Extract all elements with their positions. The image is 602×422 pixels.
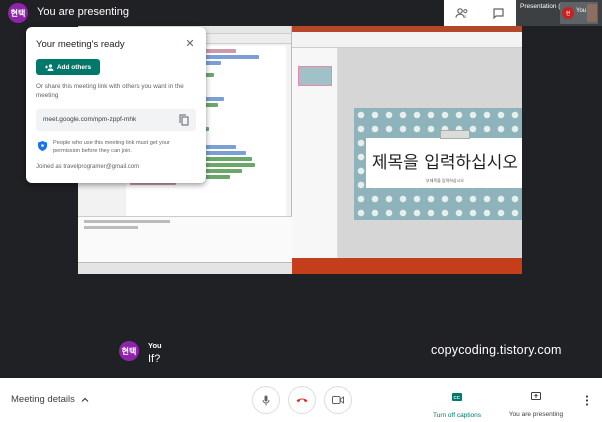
permission-text: People who use this meeting link must ge… [53,140,170,154]
chat-icon [492,7,504,19]
watermark: copycoding.tistory.com [431,343,562,357]
people-button[interactable]: 2 [444,0,480,26]
self-video-tile: 현 You [560,2,598,24]
ide-taskbar [78,262,292,274]
end-call-icon [296,398,308,403]
card-title: Your meeting's ready [36,39,125,50]
add-person-icon [44,63,54,71]
you-are-presenting-button[interactable]: You are presenting [504,388,568,418]
avatar: 현택 [8,3,28,23]
end-call-button[interactable] [288,386,316,414]
ppt-status-bar [292,258,522,274]
you-are-presenting-label: You are presenting [508,411,564,418]
self-tile-you: You [576,8,587,14]
meeting-details-label: Meeting details [11,394,75,405]
self-presentation-tile[interactable]: Presentation (You) 현 You [516,0,602,26]
self-avatar: 현 [562,7,574,19]
presenting-title: You are presenting [37,6,129,18]
captions-icon: CC [452,393,462,401]
share-instructions: Or share this meeting link with others y… [36,83,184,99]
slide-subtitle: 부제목을 입력하십시오 [426,178,464,183]
svg-text:CC: CC [454,395,461,400]
add-others-label: Add others [56,63,92,71]
microphone-button[interactable] [252,386,280,414]
bottom-bar: Meeting details CC Turn off captions You… [0,378,602,422]
caption-speaker: You [148,341,162,350]
joined-as-text: Joined as travelprogramer@gmail.com [36,164,140,170]
powerpoint-window: 제목을 입력하십시오 부제목을 입력하십시오 [292,26,522,274]
slide-title: 제목을 입력하십시오 [371,153,519,173]
ppt-ribbon [292,26,522,48]
copy-icon[interactable] [179,114,189,126]
caption-avatar: 현택 [119,341,139,361]
microphone-icon [262,395,270,405]
meeting-link[interactable]: meet.google.com/npm-zppf-mhk [43,116,136,123]
turn-off-captions-label: Turn off captions [432,412,482,419]
self-video-thumbnail [587,4,597,22]
meeting-link-box: meet.google.com/npm-zppf-mhk [36,109,196,131]
caption-text: If? [148,353,161,365]
chevron-up-icon [81,397,89,402]
camera-icon [332,396,344,404]
top-right-panel: 2 Presentation (You) 현 You [444,0,602,26]
shield-icon [38,141,47,151]
ppt-edit-area: 제목을 입력하십시오 부제목을 입력하십시오 [338,48,522,258]
camera-button[interactable] [324,386,352,414]
close-icon[interactable]: ✕ [184,38,196,50]
slide-title-banner: 제목을 입력하십시오 부제목을 입력하십시오 [366,138,522,188]
ppt-slide-thumbnail [298,66,332,86]
chat-button[interactable] [480,0,516,26]
more-options-icon[interactable] [585,395,589,406]
turn-off-captions-button[interactable]: CC Turn off captions [426,388,488,419]
meeting-ready-card: Your meeting's ready ✕ Add others Or sha… [26,27,206,183]
add-others-button[interactable]: Add others [36,59,100,75]
ppt-slide-thumbnails [292,48,338,258]
svg-text:2: 2 [464,14,467,18]
meeting-details-button[interactable]: Meeting details [11,394,89,405]
top-bar: 현택 You are presenting 2 Presentation (Yo… [0,0,602,26]
ppt-slide: 제목을 입력하십시오 부제목을 입력하십시오 [354,108,522,220]
present-screen-icon [531,392,541,400]
people-icon: 2 [455,8,468,18]
